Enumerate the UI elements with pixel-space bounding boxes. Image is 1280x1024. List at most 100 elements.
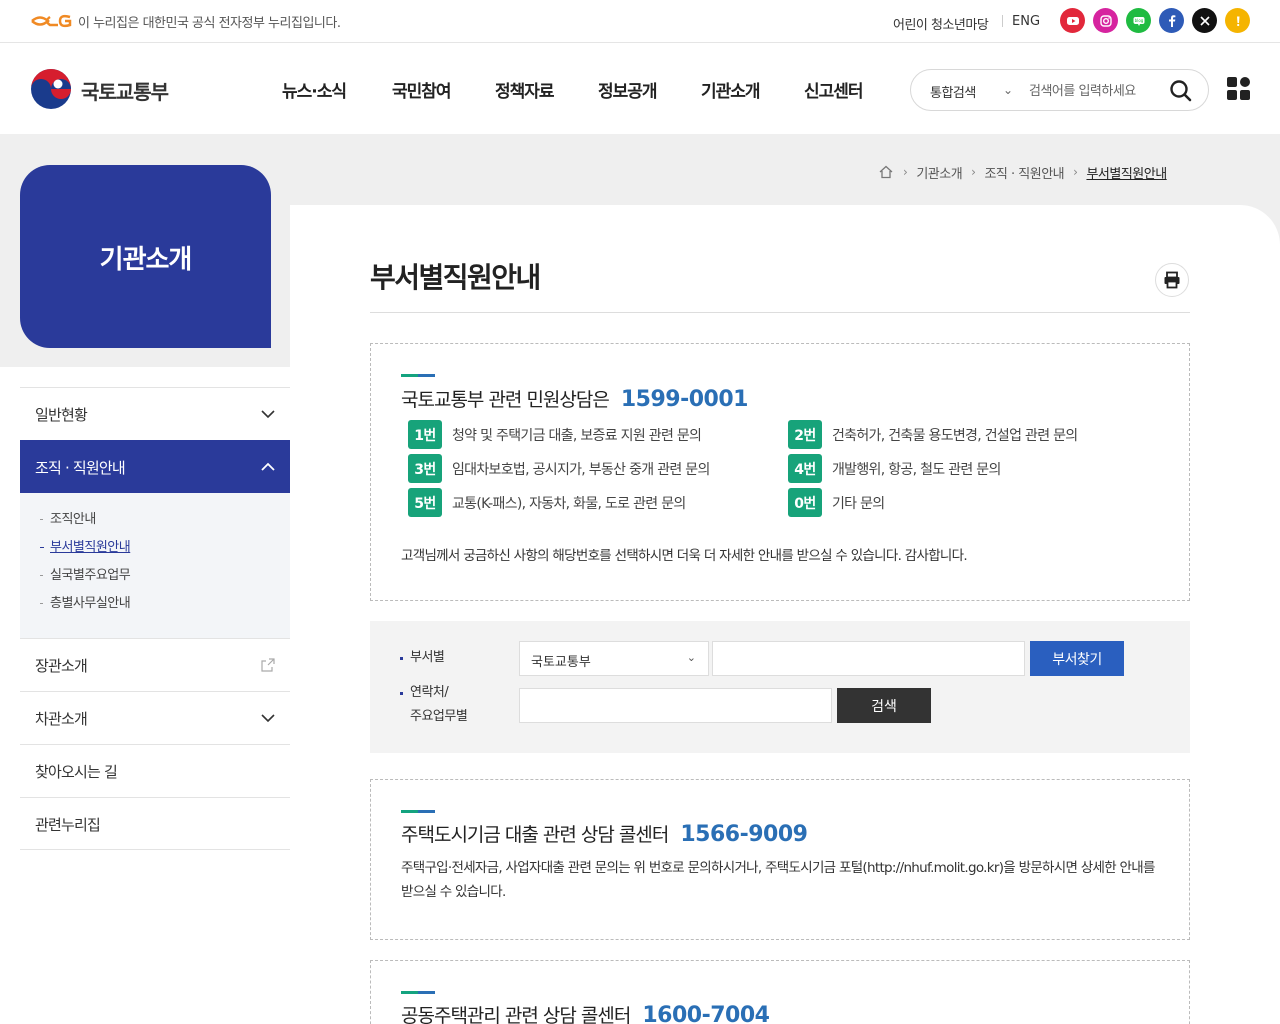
external-link-icon bbox=[261, 658, 275, 672]
dept-label: 부서별 bbox=[399, 646, 445, 670]
sidebar-item-general[interactable]: 일반현황 bbox=[20, 387, 290, 440]
gnb-about[interactable]: 기관소개 bbox=[701, 77, 761, 102]
home-icon[interactable] bbox=[878, 164, 894, 180]
all-menu-button[interactable] bbox=[1227, 77, 1251, 101]
gnb-policy[interactable]: 정책자료 bbox=[495, 77, 555, 102]
chevron-down-icon bbox=[261, 410, 275, 419]
breadcrumb-item[interactable]: 조직 · 직원안내 bbox=[984, 163, 1064, 182]
instagram-icon[interactable] bbox=[1093, 8, 1118, 33]
breadcrumb-current[interactable]: 부서별직원안내 bbox=[1086, 163, 1167, 182]
gnb-news[interactable]: 뉴스·소식 bbox=[282, 77, 347, 102]
option-row: 2번 건축허가, 건축물 용도변경, 건설업 관련 문의 bbox=[788, 420, 1078, 449]
kakao-story-icon[interactable] bbox=[1225, 8, 1250, 33]
submenu-item-current[interactable]: 부서별직원안내 bbox=[40, 539, 290, 567]
kids-link[interactable]: 어린이 청소년마당 bbox=[893, 14, 989, 33]
chevron-up-icon bbox=[261, 462, 275, 471]
department-select[interactable]: 국토교통부 ⌄ bbox=[519, 641, 709, 676]
printer-icon bbox=[1164, 271, 1180, 288]
egov-logo bbox=[31, 14, 72, 28]
sidebar-submenu: 조직안내 부서별직원안내 실국별주요업무 층별사무실안내 bbox=[20, 493, 290, 638]
divider bbox=[1002, 15, 1003, 27]
department-select-value: 국토교통부 bbox=[531, 655, 591, 670]
sidebar-item-label: 조직 · 직원안내 bbox=[35, 459, 126, 477]
contact-label-line1: 연락처/ bbox=[410, 685, 449, 700]
option-number-badge: 3번 bbox=[408, 454, 442, 483]
option-number-badge: 5번 bbox=[408, 488, 442, 517]
sidebar-item-vice-minister[interactable]: 차관소개 bbox=[20, 691, 290, 744]
sidebar-item-label: 장관소개 bbox=[35, 657, 88, 675]
sidebar-nav: 일반현황 조직 · 직원안내 조직안내 부서별직원안내 실국별주요업무 층별사무… bbox=[20, 387, 290, 850]
contact-keyword-input[interactable] bbox=[519, 688, 832, 723]
ministry-emblem-logo[interactable] bbox=[30, 68, 72, 110]
blog-icon[interactable]: blog bbox=[1126, 8, 1151, 33]
heading-accent-bar bbox=[401, 810, 435, 813]
divider bbox=[370, 312, 1190, 313]
housing-fund-box: 주택도시기금 대출 관련 상담 콜센터 1566-9009 주택구입·전세자금, … bbox=[370, 779, 1190, 940]
search-icon bbox=[1170, 80, 1192, 102]
site-header: 국토교통부 뉴스·소식 국민참여 정책자료 정보공개 기관소개 신고센터 통합검… bbox=[0, 43, 1280, 134]
search-button[interactable] bbox=[1168, 78, 1194, 104]
housing-heading-text: 주택도시기금 대출 관련 상담 콜센터 bbox=[401, 824, 669, 846]
find-department-button[interactable]: 부서찾기 bbox=[1030, 641, 1124, 676]
option-row: 0번 기타 문의 bbox=[788, 488, 885, 517]
housing-heading: 주택도시기금 대출 관련 상담 콜센터 1566-9009 bbox=[401, 820, 808, 847]
sidebar-item-organization[interactable]: 조직 · 직원안내 bbox=[20, 440, 290, 493]
civil-consult-heading: 국토교통부 관련 민원상담은 1599-0001 bbox=[401, 385, 748, 412]
civil-consult-box: 국토교통부 관련 민원상담은 1599-0001 1번 청약 및 주택기금 대출,… bbox=[370, 343, 1190, 601]
apartment-heading: 공동주택관리 관련 상담 콜센터 1600-7004 bbox=[401, 1001, 770, 1024]
sidebar-item-related-sites[interactable]: 관련누리집 bbox=[20, 797, 290, 850]
civil-heading-text: 국토교통부 관련 민원상담은 bbox=[401, 389, 610, 411]
department-search-form: 부서별 국토교통부 ⌄ 부서찾기 연락처/ 주요업무별 검색 bbox=[370, 621, 1190, 753]
breadcrumb: › 기관소개 › 조직 · 직원안내 › 부서별직원안내 bbox=[878, 162, 1167, 182]
menu-grid-icon bbox=[1227, 77, 1237, 87]
option-row: 5번 교통(K-패스), 자동차, 화물, 도로 관련 문의 bbox=[408, 488, 686, 517]
option-text: 교통(K-패스), 자동차, 화물, 도로 관련 문의 bbox=[452, 495, 686, 512]
menu-grid-icon bbox=[1240, 77, 1250, 87]
option-text: 개발행위, 항공, 철도 관련 문의 bbox=[832, 461, 1001, 478]
option-text: 청약 및 주택기금 대출, 보증료 지원 관련 문의 bbox=[452, 427, 702, 444]
ministry-name-logo[interactable]: 국토교통부 bbox=[81, 76, 169, 105]
contact-label-line2: 주요업무별 bbox=[410, 709, 468, 724]
submenu-item[interactable]: 조직안내 bbox=[40, 511, 290, 539]
youtube-icon[interactable] bbox=[1060, 8, 1085, 33]
search-category-select[interactable]: 통합검색 bbox=[930, 82, 976, 101]
sidebar-item-label: 일반현황 bbox=[35, 406, 88, 424]
submenu-item[interactable]: 실국별주요업무 bbox=[40, 567, 290, 595]
option-number-badge: 1번 bbox=[408, 420, 442, 449]
option-text: 건축허가, 건축물 용도변경, 건설업 관련 문의 bbox=[832, 427, 1078, 444]
facebook-icon[interactable] bbox=[1159, 8, 1184, 33]
department-name-input[interactable] bbox=[712, 641, 1025, 676]
search-bar: 통합검색 ⌄ bbox=[910, 69, 1209, 111]
search-submit-button[interactable]: 검색 bbox=[837, 688, 931, 723]
x-icon[interactable] bbox=[1192, 8, 1217, 33]
breadcrumb-item[interactable]: 기관소개 bbox=[916, 163, 962, 182]
civil-note: 고객님께서 궁금하신 사항의 해당번호를 선택하시면 더욱 더 자세한 안내를 … bbox=[401, 548, 968, 564]
apartment-mgmt-box: 공동주택관리 관련 상담 콜센터 1600-7004 bbox=[370, 960, 1190, 1024]
gnb-participation[interactable]: 국민참여 bbox=[392, 77, 452, 102]
chevron-down-icon: ⌄ bbox=[686, 651, 696, 664]
option-text: 기타 문의 bbox=[832, 495, 885, 512]
sidebar-item-label: 찾아오시는 길 bbox=[35, 763, 118, 781]
gov-notice-text: 이 누리집은 대한민국 공식 전자정부 누리집입니다. bbox=[78, 16, 341, 31]
housing-phone-number: 1566-9009 bbox=[680, 822, 808, 847]
housing-description: 주택구입·전세자금, 사업자대출 관련 문의는 위 번호로 문의하시거나, 주택… bbox=[401, 860, 1155, 900]
option-row: 4번 개발행위, 항공, 철도 관련 문의 bbox=[788, 454, 1001, 483]
option-row: 3번 임대차보호법, 공시지가, 부동산 중개 관련 문의 bbox=[408, 454, 710, 483]
chevron-right-icon: › bbox=[903, 165, 908, 179]
print-button[interactable] bbox=[1155, 263, 1189, 297]
sidebar-item-directions[interactable]: 찾아오시는 길 bbox=[20, 744, 290, 797]
heading-accent-bar bbox=[401, 374, 435, 377]
submenu-item[interactable]: 층별사무실안내 bbox=[40, 595, 290, 623]
option-text: 임대차보호법, 공시지가, 부동산 중개 관련 문의 bbox=[452, 461, 710, 478]
sidebar-item-label: 관련누리집 bbox=[35, 816, 101, 834]
search-input[interactable] bbox=[1029, 78, 1159, 104]
chevron-down-icon bbox=[261, 714, 275, 723]
section-title: 기관소개 bbox=[99, 245, 193, 275]
english-link[interactable]: ENG bbox=[1012, 14, 1040, 29]
gnb-disclosure[interactable]: 정보공개 bbox=[598, 77, 658, 102]
option-number-badge: 2번 bbox=[788, 420, 822, 449]
gnb-report-center[interactable]: 신고센터 bbox=[804, 77, 864, 102]
sidebar-item-minister[interactable]: 장관소개 bbox=[20, 638, 290, 691]
svg-text:blog: blog bbox=[1134, 18, 1143, 23]
page-title: 부서별직원안내 bbox=[370, 261, 541, 294]
